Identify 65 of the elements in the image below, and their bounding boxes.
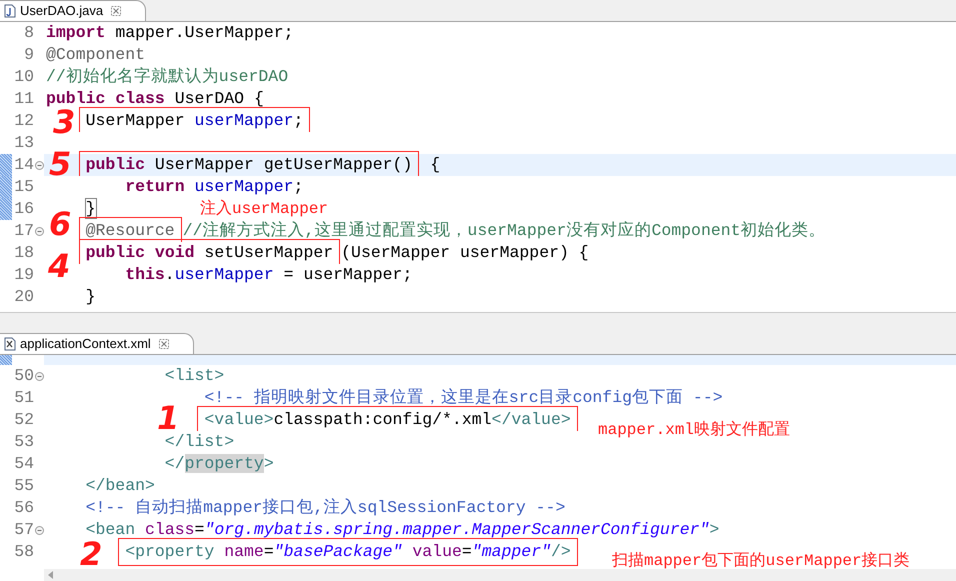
- code-text: public void setUserMapper: [86, 242, 334, 264]
- line-number: 10: [14, 66, 34, 88]
- line-number: 16: [14, 198, 34, 220]
- code-text: }: [86, 198, 96, 220]
- file-tab[interactable]: UserDAO.java: [0, 0, 146, 21]
- line-number: 8: [24, 22, 34, 44]
- annotation-note: 扫描mapper包下面的userMapper接口类: [612, 551, 910, 571]
- line-number: 11: [14, 88, 34, 110]
- line-number: 51: [14, 387, 34, 409]
- xml-file-icon: [4, 337, 16, 351]
- code-text: </property>: [164, 453, 274, 475]
- handwritten-number: 6: [49, 206, 72, 242]
- line-number: 9: [24, 44, 34, 66]
- code-text: <value>classpath:config/*.xml</value>: [204, 409, 571, 431]
- line-number: 14: [14, 154, 34, 176]
- file-tab[interactable]: applicationContext.xml: [0, 333, 194, 354]
- line-number: 50: [14, 365, 34, 387]
- line-number: 57: [14, 519, 34, 541]
- line-number: 15: [14, 176, 34, 198]
- java-file-icon: [4, 4, 16, 18]
- fold-icon[interactable]: [34, 226, 44, 236]
- handwritten-number: 4: [48, 248, 70, 284]
- code-text: return userMapper;: [125, 176, 304, 198]
- line-number: 54: [14, 453, 34, 475]
- code-text: //初始化名字就默认为userDAO: [46, 66, 288, 88]
- code-text: <list>: [164, 365, 224, 387]
- fold-icon[interactable]: [34, 372, 44, 380]
- line-number: 20: [14, 286, 34, 308]
- close-icon[interactable]: [111, 6, 122, 16]
- code-text: (UserMapper userMapper) {: [341, 242, 589, 264]
- line-number: 13: [14, 132, 34, 154]
- fold-icon[interactable]: [34, 526, 44, 534]
- close-icon[interactable]: [158, 339, 169, 349]
- code-text: {: [429, 154, 440, 176]
- line-number: 53: [14, 431, 34, 453]
- handwritten-number: 5: [49, 146, 72, 182]
- line-number: 52: [14, 409, 34, 431]
- code-text: //注解方式注入,这里通过配置实现，userMapper没有对应的Component初始化类。: [182, 220, 826, 242]
- line-number: 58: [14, 541, 34, 563]
- line-number: 55: [14, 475, 34, 497]
- code-text: }: [86, 286, 96, 308]
- change-marker: [0, 198, 12, 220]
- code-text: @Component: [46, 44, 146, 66]
- change-marker: [0, 154, 12, 176]
- code-text: this.userMapper = userMapper;: [125, 264, 412, 286]
- annotation-note: mapper.xml映射文件配置: [598, 420, 790, 440]
- change-marker: [0, 355, 12, 365]
- line-number: 56: [14, 497, 34, 519]
- line-number: 17: [14, 220, 34, 242]
- code-text: public class UserDAO {: [46, 88, 264, 109]
- code-text: <!-- 指明映射文件目录位置，这里是在src目录config包下面 -->: [204, 387, 723, 409]
- line-number: 12: [14, 110, 34, 132]
- annotation-note: 注入userMapper: [200, 199, 328, 219]
- code-text: import mapper.UserMapper;: [46, 22, 294, 44]
- code-text: @Resource: [86, 220, 175, 242]
- line-number: 18: [14, 242, 34, 264]
- change-marker: [0, 176, 12, 198]
- code-text: <property name="basePackage" value="mapper"/>: [125, 541, 571, 563]
- code-text: UserMapper userMapper;: [86, 110, 304, 132]
- code-text: <!-- 自动扫描mapper接口包,注入sqlSessionFactory -->: [86, 497, 566, 519]
- code-text: public UserMapper getUserMapper(): [86, 154, 412, 176]
- code-text: </bean>: [86, 475, 155, 497]
- horizontal-scrollbar[interactable]: [44, 569, 956, 581]
- line-number: 19: [14, 264, 34, 286]
- fold-icon[interactable]: [34, 160, 44, 170]
